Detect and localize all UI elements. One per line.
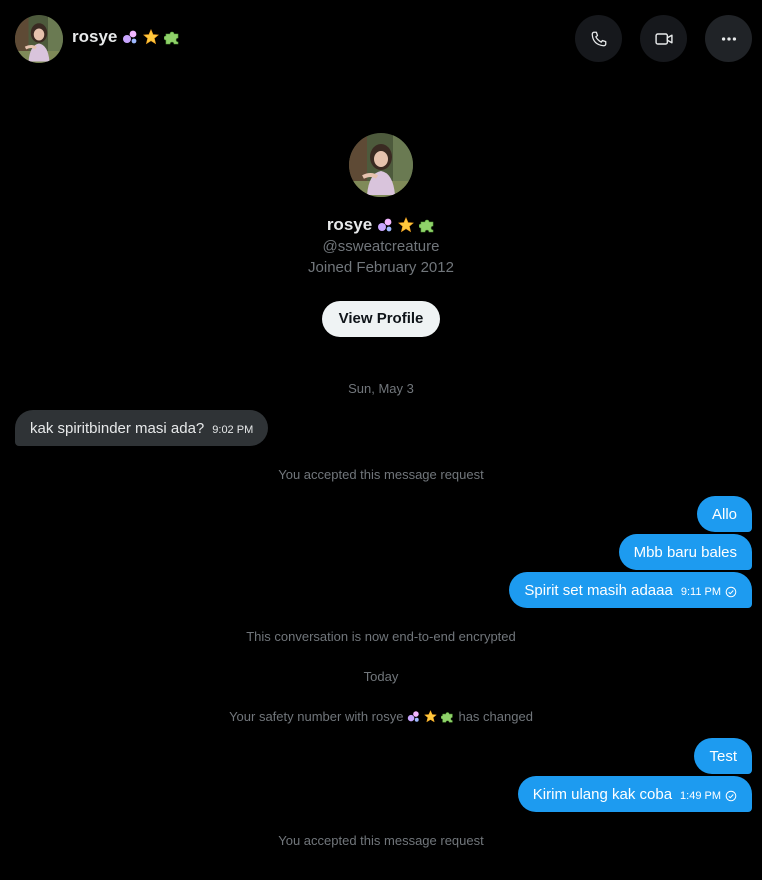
message-time: 1:49 PM	[680, 790, 721, 802]
message-time: 9:02 PM	[212, 424, 254, 436]
system-notice-accepted: You accepted this message request	[278, 833, 484, 848]
outgoing-message[interactable]: Kirim ulang kak coba 1:49 PM	[517, 776, 752, 812]
video-camera-icon	[654, 32, 673, 45]
message-text: Test	[709, 747, 737, 765]
profile-avatar[interactable]	[349, 133, 413, 197]
sent-check-icon	[725, 586, 737, 598]
profile-summary: rosye @ssweatcreature Joined February 20…	[0, 133, 762, 337]
puzzle-emoji-icon	[164, 31, 179, 45]
incoming-message[interactable]: kak spiritbinder masi ada? 9:02 PM	[15, 410, 269, 446]
video-call-button[interactable]	[640, 15, 687, 62]
outgoing-message[interactable]: Mbb baru bales	[618, 534, 752, 570]
star-emoji-icon	[398, 217, 414, 232]
date-separator: Today	[363, 669, 399, 684]
more-options-button[interactable]	[705, 15, 752, 62]
puzzle-emoji-icon	[441, 712, 454, 723]
profile-name-text: rosye	[326, 215, 373, 234]
profile-name: rosye	[0, 215, 762, 235]
voice-call-button[interactable]	[575, 15, 622, 62]
message-time-status: 9:11 PM	[681, 586, 737, 598]
star-emoji-icon	[424, 710, 438, 723]
bubbles-emoji-icon	[378, 218, 392, 232]
message-text: Allo	[711, 505, 737, 523]
header-name[interactable]: rosye	[72, 27, 180, 47]
star-emoji-icon	[143, 29, 159, 44]
message-text: kak spiritbinder masi ada?	[30, 419, 205, 437]
message-time: 9:11 PM	[680, 586, 721, 598]
phone-icon	[591, 31, 606, 46]
system-notice-encrypted: This conversation is now end-to-end encr…	[246, 629, 516, 644]
system-notice-accepted: You accepted this message request	[278, 467, 484, 482]
message-text: Spirit set masih adaaa	[524, 581, 673, 599]
safety-text-suffix: has changed	[458, 709, 533, 724]
header-name-text: rosye	[72, 27, 118, 46]
puzzle-emoji-icon	[419, 219, 434, 233]
message-time-status: 1:49 PM	[680, 790, 737, 802]
outgoing-message[interactable]: Spirit set masih adaaa 9:11 PM	[509, 572, 752, 608]
avatar[interactable]	[15, 15, 63, 63]
message-text: Kirim ulang kak coba	[532, 785, 673, 803]
more-horizontal-icon	[721, 36, 736, 41]
outgoing-message[interactable]: Allo	[696, 496, 752, 532]
bubbles-emoji-icon	[408, 711, 420, 722]
view-profile-button[interactable]: View Profile	[321, 301, 441, 337]
conversation-header: rosye	[0, 0, 762, 78]
safety-text-prefix: Your safety number with rosye	[229, 709, 404, 724]
system-notice-safety-number: Your safety number with rosye has change…	[0, 709, 762, 724]
profile-joined-date: Joined February 2012	[308, 259, 454, 276]
sent-check-icon	[725, 790, 737, 802]
date-separator: Sun, May 3	[348, 381, 414, 396]
bubbles-emoji-icon	[123, 30, 137, 44]
header-actions	[575, 15, 752, 62]
outgoing-message[interactable]: Test	[694, 738, 752, 774]
profile-handle: @ssweatcreature	[322, 238, 440, 255]
message-text: Mbb baru bales	[633, 543, 737, 561]
